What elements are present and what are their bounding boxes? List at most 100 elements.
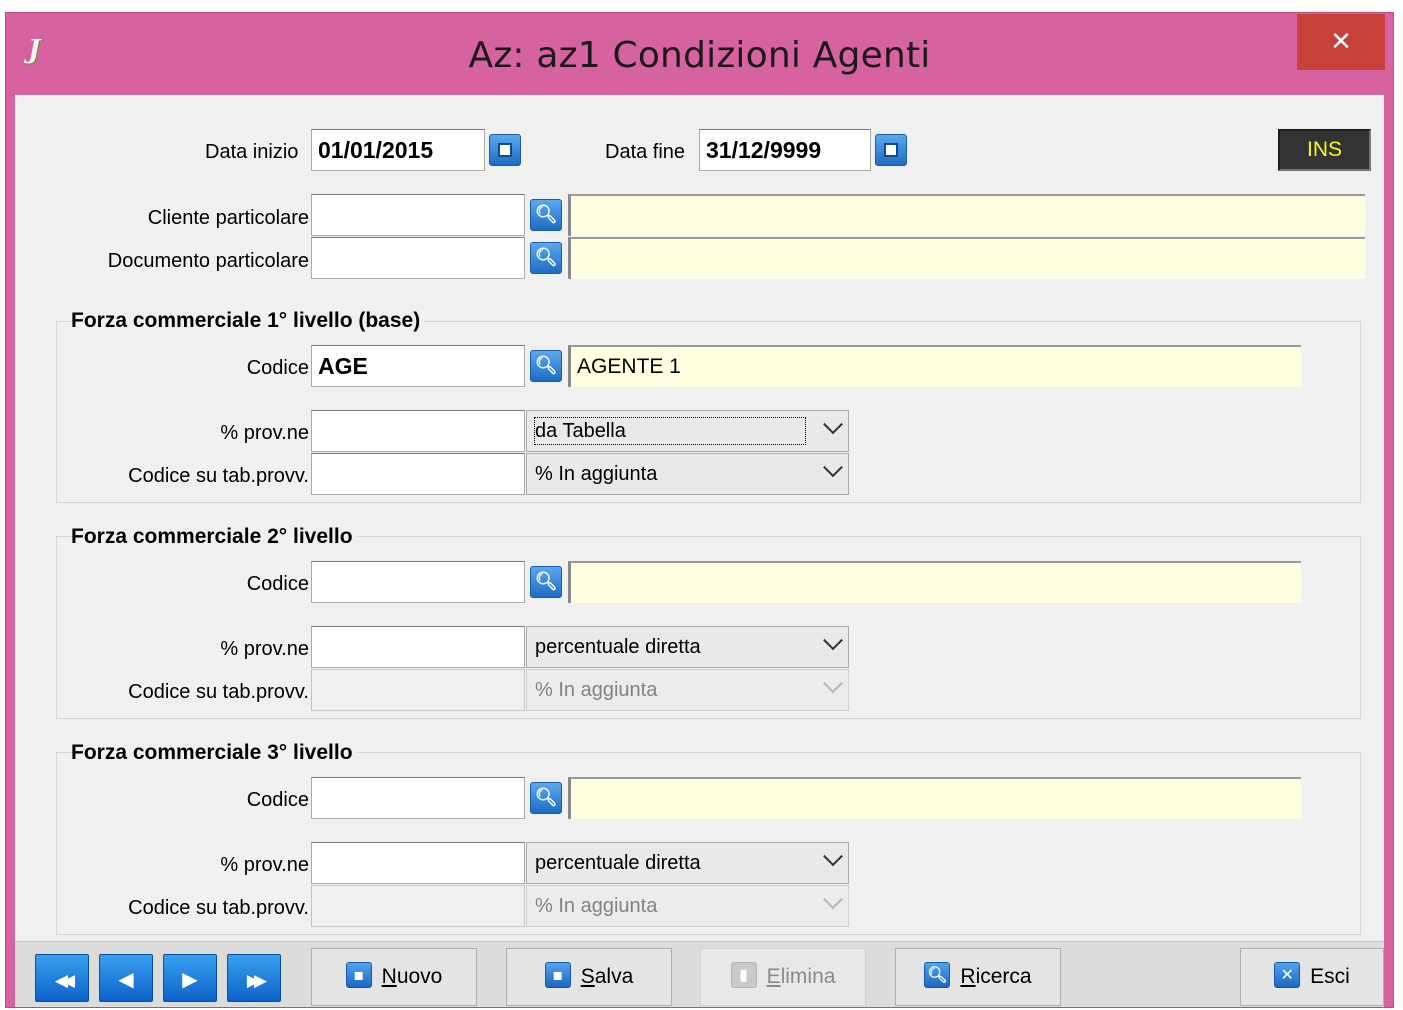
level3-prov-select[interactable]: percentuale diretta	[526, 842, 849, 884]
chevron-down-icon	[823, 846, 843, 867]
mode-badge: INS	[1278, 129, 1371, 171]
chevron-down-icon	[823, 673, 843, 694]
nuovo-button[interactable]: ▪ Nuovo	[311, 948, 477, 1006]
delete-icon: ▮	[730, 962, 757, 989]
level1-tab-label: Codice su tab.provv.	[128, 465, 309, 487]
cliente-label: Cliente particolare	[147, 207, 309, 229]
previous-record-button[interactable]: ◀	[99, 954, 153, 1002]
level2-tab-select-value: % In aggiunta	[535, 679, 658, 701]
next-record-icon: ▶	[182, 967, 198, 991]
level3-tab-field	[311, 885, 525, 927]
level2-tab-label: Codice su tab.provv.	[128, 681, 309, 703]
ricerca-label: icerca	[975, 965, 1032, 988]
search-icon: 🔍︎	[534, 571, 558, 592]
cliente-description	[568, 194, 1365, 236]
ricerca-mnemonic: R	[960, 965, 976, 988]
level1-codice-description: AGENTE 1	[568, 345, 1301, 387]
documento-search-button[interactable]: 🔍︎	[530, 242, 562, 274]
chevron-down-icon	[823, 630, 843, 651]
last-record-button[interactable]: ▶▶	[227, 954, 281, 1002]
elimina-mnemonic: E	[766, 965, 781, 988]
search-icon: 🔍︎	[534, 247, 558, 268]
level3-codice-search-button[interactable]: 🔍︎	[530, 782, 562, 814]
save-icon: ▪	[544, 962, 571, 989]
nuovo-label: uovo	[396, 965, 443, 988]
documento-label: Documento particolare	[107, 250, 309, 272]
salva-label: alva	[594, 965, 634, 988]
data-fine-field[interactable]: 31/12/9999	[699, 129, 871, 171]
close-icon: ✕	[1330, 27, 1352, 57]
form-body: Data inizio 01/01/2015 Data fine 31/12/9…	[15, 95, 1384, 1007]
level1-tab-field[interactable]	[311, 453, 525, 495]
search-icon: 🔍︎	[924, 962, 951, 989]
documento-description	[568, 237, 1365, 279]
search-icon: 🔍︎	[534, 204, 558, 225]
level2-codice-description	[568, 561, 1301, 603]
level3-prov-select-value: percentuale diretta	[535, 852, 701, 874]
level2-tab-field	[311, 669, 525, 711]
level1-tab-select-value: % In aggiunta	[535, 463, 658, 485]
level1-title: Forza commerciale 1° livello (base)	[71, 309, 425, 333]
salva-mnemonic: S	[580, 965, 595, 988]
level1-codice-field[interactable]: AGE	[311, 345, 525, 387]
close-button[interactable]: ✕	[1297, 14, 1385, 70]
next-record-button[interactable]: ▶	[163, 954, 217, 1002]
level1-codice-search-button[interactable]: 🔍︎	[530, 350, 562, 382]
data-inizio-field[interactable]: 01/01/2015	[311, 129, 485, 171]
search-icon: 🔍︎	[534, 355, 558, 376]
ricerca-button[interactable]: 🔍︎ Ricerca	[895, 948, 1061, 1006]
chevron-down-icon	[823, 457, 843, 478]
level3-prov-label: % prov.ne	[220, 854, 309, 876]
level2-codice-search-button[interactable]: 🔍︎	[530, 566, 562, 598]
level1-codice-label: Codice	[246, 357, 309, 379]
cliente-search-button[interactable]: 🔍︎	[530, 199, 562, 231]
esci-button[interactable]: ✕ Esci	[1240, 948, 1384, 1006]
level1-prov-field[interactable]	[311, 410, 525, 452]
level2-codice-label: Codice	[246, 573, 309, 595]
cliente-field[interactable]	[311, 194, 525, 236]
first-record-button[interactable]: ◀◀	[35, 954, 89, 1002]
level1-prov-label: % prov.ne	[220, 422, 309, 444]
first-record-icon: ◀◀	[54, 971, 75, 991]
chevron-down-icon	[823, 414, 843, 435]
level3-tab-select: % In aggiunta	[526, 885, 849, 927]
window-title: Az: az1 Condizioni Agenti	[468, 35, 931, 76]
new-icon: ▪	[345, 962, 372, 989]
level3-codice-description	[568, 777, 1301, 819]
bottom-toolbar: ◀◀ ◀ ▶ ▶▶ ▪ Nuovo ▪ Salva ▮ Elimina 🔍︎ Ricer…	[15, 941, 1384, 1007]
level2-title: Forza commerciale 2° livello	[71, 525, 357, 549]
level1-tab-select[interactable]: % In aggiunta	[526, 453, 849, 495]
previous-record-icon: ◀	[118, 967, 134, 991]
level3-codice-field[interactable]	[311, 777, 525, 819]
level3-tab-label: Codice su tab.provv.	[128, 897, 309, 919]
search-icon: 🔍︎	[534, 787, 558, 808]
level2-tab-select: % In aggiunta	[526, 669, 849, 711]
nuovo-mnemonic: N	[381, 965, 397, 988]
calendar-icon	[498, 143, 512, 157]
level2-prov-select[interactable]: percentuale diretta	[526, 626, 849, 668]
level1-prov-select-value: da Tabella	[534, 417, 806, 445]
esci-label: Esci	[1310, 965, 1350, 988]
level2-codice-field[interactable]	[311, 561, 525, 603]
elimina-button: ▮ Elimina	[700, 948, 866, 1006]
level3-title: Forza commerciale 3° livello	[71, 741, 357, 765]
exit-icon: ✕	[1274, 962, 1301, 989]
data-inizio-label: Data inizio	[205, 141, 299, 163]
salva-button[interactable]: ▪ Salva	[506, 948, 672, 1006]
title-bar: J Az: az1 Condizioni Agenti ✕	[6, 13, 1393, 95]
level2-prov-select-value: percentuale diretta	[535, 636, 701, 658]
app-window: J Az: az1 Condizioni Agenti ✕ Data inizi…	[5, 12, 1394, 1008]
data-fine-calendar-button[interactable]	[875, 134, 907, 166]
last-record-icon: ▶▶	[246, 971, 267, 991]
data-fine-label: Data fine	[605, 141, 686, 163]
level3-prov-field[interactable]	[311, 842, 525, 884]
elimina-label: limina	[780, 965, 836, 988]
level3-codice-label: Codice	[246, 789, 309, 811]
documento-field[interactable]	[311, 237, 525, 279]
data-inizio-calendar-button[interactable]	[489, 134, 521, 166]
level1-prov-select[interactable]: da Tabella	[526, 410, 849, 452]
chevron-down-icon	[823, 889, 843, 910]
level2-prov-field[interactable]	[311, 626, 525, 668]
level3-tab-select-value: % In aggiunta	[535, 895, 658, 917]
level2-prov-label: % prov.ne	[220, 638, 309, 660]
